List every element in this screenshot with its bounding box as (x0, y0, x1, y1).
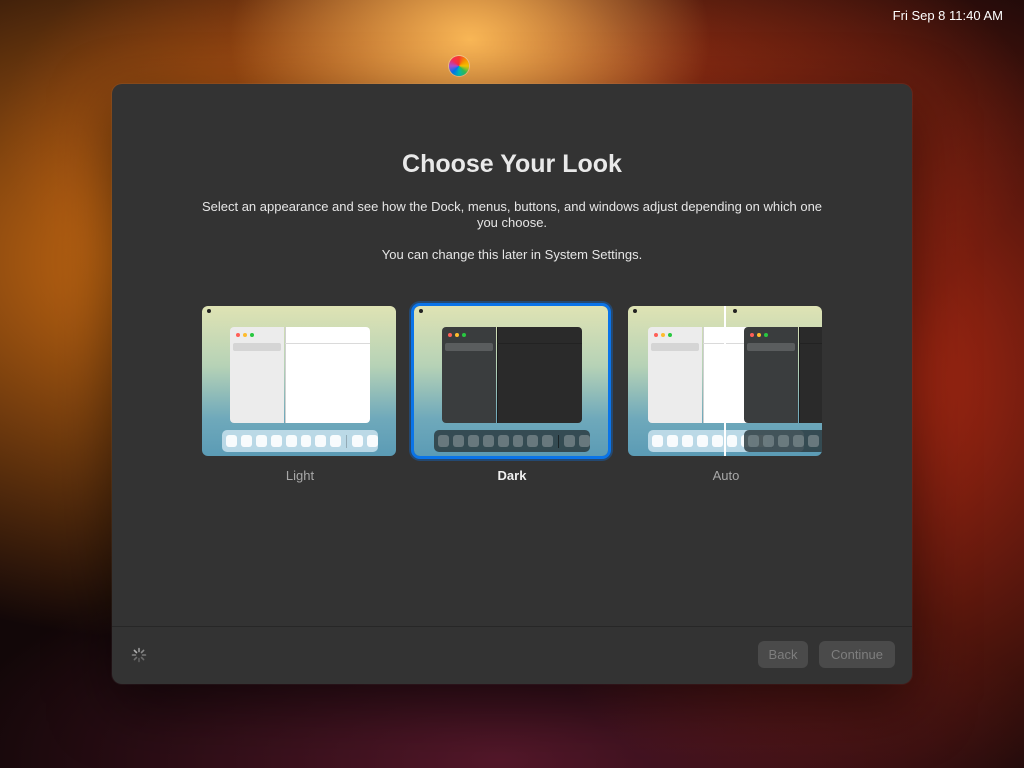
footer-divider (112, 626, 912, 627)
preview-dock (222, 430, 378, 452)
light-preview-thumbnail[interactable] (202, 306, 396, 456)
appearance-option-light[interactable]: Light (202, 306, 398, 483)
option-label-dark: Dark (497, 468, 527, 483)
apple-menu-icon (633, 309, 637, 313)
page-title: Choose Your Look (402, 150, 622, 178)
continue-button[interactable]: Continue (819, 641, 895, 668)
preview-window-dark (744, 327, 822, 423)
apple-menu-icon (419, 309, 423, 313)
dark-preview-thumbnail[interactable] (414, 306, 608, 456)
preview-dock-dark (744, 430, 822, 452)
preview-dock (434, 430, 590, 452)
progress-spinner-icon (131, 647, 147, 663)
preview-window (442, 327, 582, 423)
auto-preview-thumbnail[interactable] (628, 306, 822, 456)
back-button[interactable]: Back (758, 641, 808, 668)
auto-dark-half (726, 306, 822, 456)
setup-assistant-window: Choose Your Look Select an appearance an… (112, 84, 912, 684)
option-label-light: Light (285, 468, 315, 483)
settings-note: You can change this later in System Sett… (381, 247, 643, 262)
color-wheel-icon (449, 56, 469, 76)
option-label-auto: Auto (712, 468, 740, 483)
page-description: Select an appearance and see how the Doc… (201, 199, 823, 230)
appearance-option-dark[interactable]: Dark (414, 306, 610, 483)
preview-window (230, 327, 370, 423)
apple-menu-icon (207, 309, 211, 313)
menubar-clock: Fri Sep 8 11:40 AM (892, 8, 1003, 23)
appearance-option-auto[interactable]: Auto (628, 306, 824, 483)
